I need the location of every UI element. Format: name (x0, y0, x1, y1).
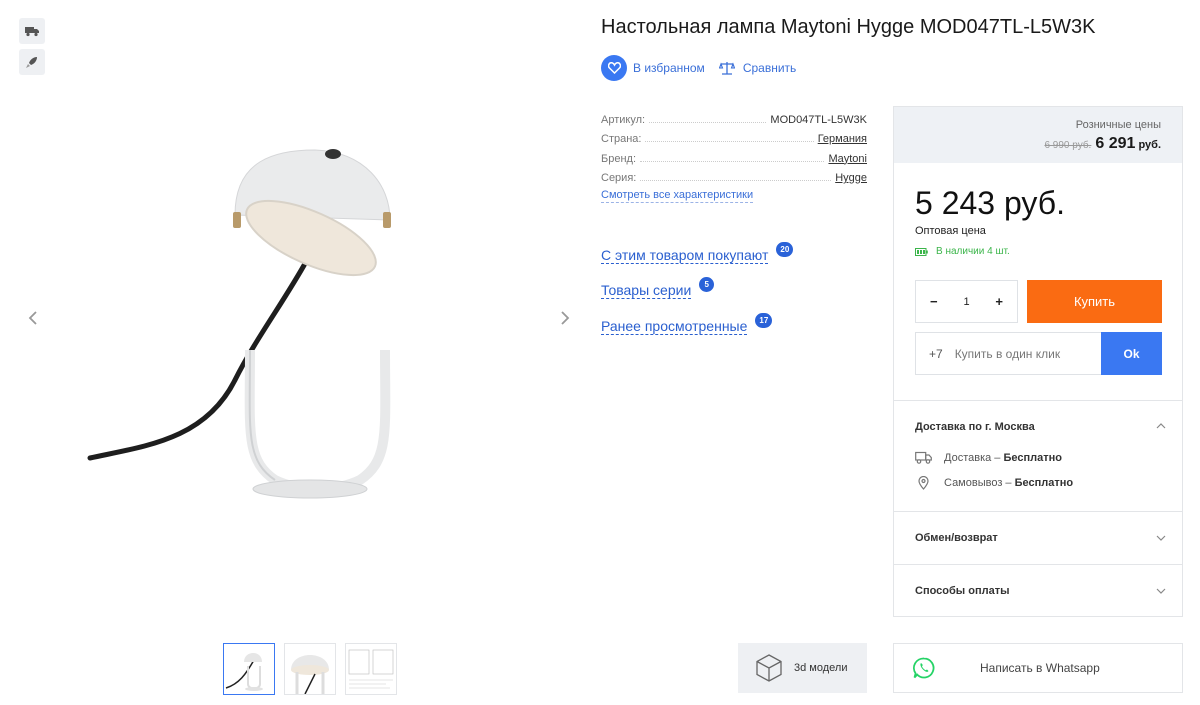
count-badge: 20 (776, 242, 794, 257)
product-properties: Артикул: MOD047TL-L5W3K Страна: Германия Б… (601, 106, 867, 185)
one-click-ok-button[interactable]: Ok (1101, 332, 1162, 375)
delivery-option: Доставка – Бесплатно (915, 451, 1062, 464)
chevron-down-icon[interactable] (1156, 588, 1166, 594)
purchase-panel: Розничные цены 6 990 руб. 6 291 руб. 5 24… (893, 106, 1183, 617)
wholesale-price-label: Оптовая цена (915, 225, 986, 237)
chevron-up-icon[interactable] (1156, 423, 1166, 429)
property-series: Серия: Hygge (601, 165, 867, 184)
related-label: С этим товаром покупают (601, 247, 769, 264)
rocket-icon (26, 57, 37, 68)
cube-icon (756, 654, 782, 682)
pickup-value: Бесплатно (1014, 477, 1074, 489)
wholesale-price: 5 243 руб. (915, 185, 1065, 221)
one-click-phone-field[interactable]: +7 Купить в один клик (915, 332, 1102, 375)
property-key: Серия: (601, 172, 637, 184)
all-specs-link[interactable]: Смотреть все характеристики (601, 189, 754, 203)
favorite-label[interactable]: В избранном (633, 61, 705, 75)
exchange-section-toggle[interactable]: Обмен/возврат (915, 532, 998, 544)
retail-new-price: 6 291 (1095, 135, 1136, 152)
product-image-lamp[interactable] (85, 140, 415, 510)
thumbnail-1[interactable] (223, 643, 275, 695)
chevron-left-icon (28, 311, 37, 325)
property-key: Страна: (601, 133, 642, 145)
related-label: Товары серии (601, 282, 692, 299)
property-article: Артикул: MOD047TL-L5W3K (601, 106, 867, 126)
product-actions: В избранном Сравнить (601, 55, 796, 81)
location-pin-icon (918, 476, 929, 490)
battery-stock-icon (915, 247, 928, 256)
property-key: Артикул: (601, 113, 646, 126)
thumbnail-lamp-image (225, 653, 263, 691)
quantity-stepper: − 1 + (915, 280, 1018, 323)
stock-label: В наличии 4 шт. (936, 246, 1010, 257)
chevron-right-icon (561, 311, 570, 325)
favorite-button[interactable] (601, 55, 627, 81)
delivery-truck-icon (915, 451, 932, 464)
decrease-quantity-button[interactable]: − (930, 294, 938, 309)
related-bought-together-link[interactable]: С этим товаром покупают 20 (601, 242, 794, 264)
buy-button[interactable]: Купить (1027, 280, 1162, 323)
related-label: Ранее просмотренные (601, 318, 748, 335)
prev-image-arrow[interactable] (21, 306, 45, 330)
retail-price-label: Розничные цены (1075, 119, 1161, 131)
property-key: Бренд: (601, 152, 637, 165)
one-click-placeholder: Купить в один клик (954, 346, 1061, 361)
property-value-link[interactable]: Германия (818, 133, 867, 145)
pickup-option: Самовывоз – Бесплатно (915, 476, 1073, 490)
retail-currency: руб. (1138, 139, 1161, 151)
thumbnail-lamp-closeup-image (291, 655, 329, 694)
phone-prefix: +7 (929, 346, 943, 361)
related-viewed-link[interactable]: Ранее просмотренные 17 (601, 313, 773, 335)
quantity-value[interactable]: 1 (963, 296, 969, 308)
pickup-label: Самовывоз – (944, 477, 1015, 489)
heart-icon (607, 62, 621, 74)
3d-models-button[interactable]: 3d модели (738, 643, 867, 693)
count-badge: 17 (755, 313, 773, 328)
delivery-value: Бесплатно (1003, 451, 1062, 464)
delivery-section-toggle[interactable]: Доставка по г. Москва (915, 421, 1035, 433)
promo-rocket-button[interactable] (19, 49, 45, 75)
next-image-arrow[interactable] (553, 306, 577, 330)
whatsapp-label: Написать в Whatsapp (980, 661, 1100, 675)
thumbnail-3[interactable] (345, 643, 397, 695)
compare-label[interactable]: Сравнить (743, 61, 796, 75)
increase-quantity-button[interactable]: + (995, 294, 1003, 309)
whatsapp-button[interactable]: Написать в Whatsapp (893, 643, 1183, 693)
scales-compare-icon[interactable] (718, 61, 735, 75)
property-value-link[interactable]: Maytoni (828, 153, 867, 165)
delivery-truck-button[interactable] (19, 18, 45, 44)
stock-status: В наличии 4 шт. (915, 246, 1010, 257)
count-badge: 5 (699, 277, 715, 292)
whatsapp-icon (913, 657, 935, 679)
3d-models-label: 3d модели (794, 662, 848, 674)
related-series-link[interactable]: Товары серии 5 (601, 277, 715, 299)
property-value-link[interactable]: Hygge (835, 172, 867, 184)
chevron-down-icon[interactable] (1156, 535, 1166, 541)
thumbnail-drawing-image (348, 649, 394, 689)
retail-price-header: Розничные цены 6 990 руб. 6 291 руб. (894, 107, 1182, 163)
property-value: MOD047TL-L5W3K (770, 113, 867, 126)
property-country: Страна: Германия (601, 126, 867, 145)
retail-old-price: 6 990 руб. (1044, 140, 1092, 151)
delivery-label: Доставка – (944, 451, 1004, 464)
truck-icon (25, 27, 39, 37)
product-title: Настольная лампа Maytoni Hygge MOD047TL-… (601, 16, 1096, 38)
thumbnail-2[interactable] (284, 643, 336, 695)
payment-section-toggle[interactable]: Способы оплаты (915, 585, 1010, 597)
property-brand: Бренд: Maytoni (601, 145, 867, 165)
